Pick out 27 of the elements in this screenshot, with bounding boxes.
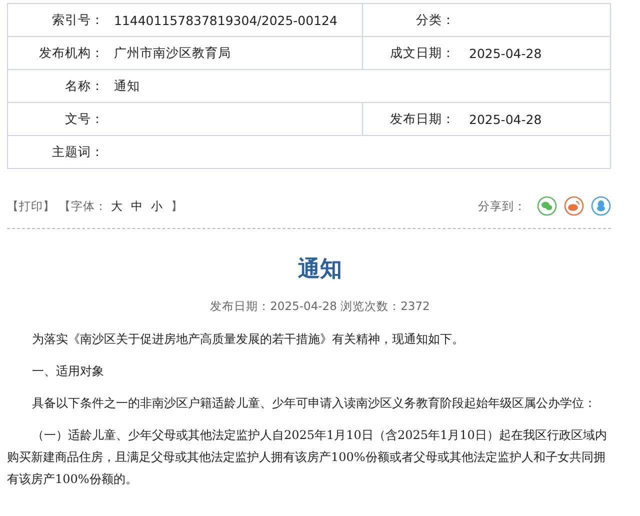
field-value: 通知: [114, 78, 140, 94]
field-value: 广州市南沙区教育局: [114, 44, 231, 62]
share-label: 分享到：: [478, 198, 526, 214]
font-size-link[interactable]: 大: [111, 198, 123, 214]
paragraph: 一、适用对象: [31, 363, 105, 380]
field-label: 索引号：: [51, 12, 104, 28]
field-value: 114401157837819304/2025-00124: [114, 12, 338, 28]
print-link[interactable]: 【打印】: [7, 198, 55, 214]
article-meta: 发布日期：2025-04-28 浏览次数：2372: [209, 299, 431, 314]
field-value: 2025-04-28: [469, 46, 542, 60]
field-value: 2025-04-28: [469, 112, 542, 126]
field-label: 主题词：: [51, 144, 104, 160]
field-label: 成文日期：: [389, 44, 455, 62]
chat-bubbles-icon[interactable]: [537, 196, 557, 216]
paragraph: 为落实《南沙区关于促进房地产高质量发展的若干措施》有关精神，现通知如下。: [31, 331, 465, 348]
field-label: 发布机构：: [38, 44, 104, 62]
bracket-text: 】: [171, 198, 183, 214]
field-label: 名称：: [64, 78, 104, 94]
font-size-link[interactable]: 小: [151, 198, 163, 214]
font-size-link[interactable]: 中: [131, 198, 143, 214]
paragraph: 具备以下条件之一的非南沙区户籍适龄儿童、少年可申请入读南沙区义务教育阶段起始年级区属公办学位：: [31, 395, 597, 412]
field-label: 分类：: [415, 12, 455, 28]
article-title: 通知: [297, 256, 343, 284]
field-label: 文号：: [64, 110, 104, 128]
font-size-label: 【字体：: [59, 198, 107, 214]
field-label: 发布日期：: [389, 110, 455, 128]
paragraph: （一）适龄儿童、少年父母或其他法定监护人自2025年1月10日（含2025年1月10日）起在我区行政区域内购买新建商品住房，且满足父母或其他法定监护人拥有该房产100%份额或者父母或其他法定监护人和子女共同拥有该房产100%份额的。: [7, 427, 608, 488]
